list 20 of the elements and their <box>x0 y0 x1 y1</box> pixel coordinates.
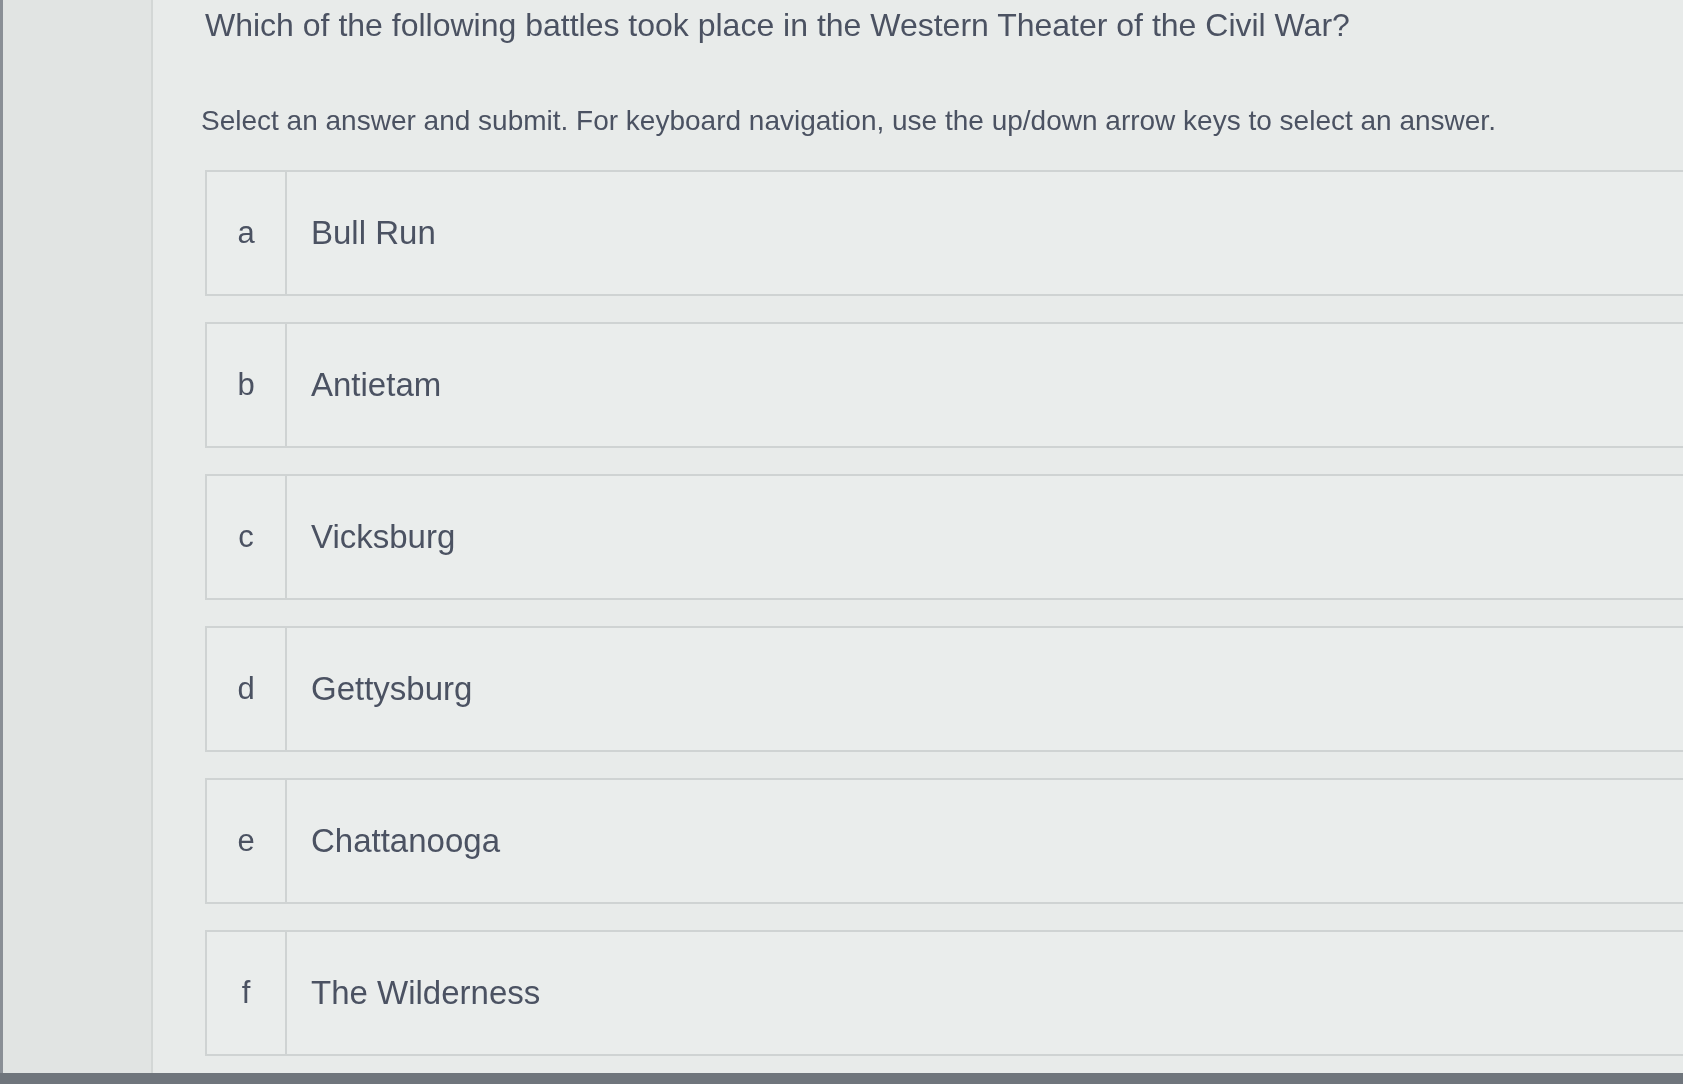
option-label: Bull Run <box>310 213 436 253</box>
option-label: Antietam <box>310 365 442 405</box>
answer-option[interactable]: e Chattanooga <box>205 778 1683 904</box>
instructions-text: Select an answer and submit. For keyboard navigation, use the up/down arrow keys to select an answer. <box>201 104 1497 138</box>
question-text: Which of the following battles took place in the Western Theater of the Civil War? <box>205 6 1351 45</box>
answer-option[interactable]: f The Wilderness <box>205 930 1683 1056</box>
option-letter: e <box>207 780 287 902</box>
answer-option[interactable]: c Vicksburg <box>205 474 1683 600</box>
option-letter: b <box>207 324 287 446</box>
answer-option[interactable]: b Antietam <box>205 322 1683 448</box>
option-letter: d <box>207 628 287 750</box>
option-letter: a <box>207 172 287 294</box>
option-label: Chattanooga <box>310 821 500 861</box>
answer-option[interactable]: d Gettysburg <box>205 626 1683 752</box>
option-label: Vicksburg <box>310 517 456 557</box>
option-letter: f <box>207 932 287 1054</box>
answer-option[interactable]: a Bull Run <box>205 170 1683 296</box>
option-letter: c <box>207 476 287 598</box>
option-label: The Wilderness <box>310 973 541 1013</box>
option-label: Gettysburg <box>310 669 473 709</box>
